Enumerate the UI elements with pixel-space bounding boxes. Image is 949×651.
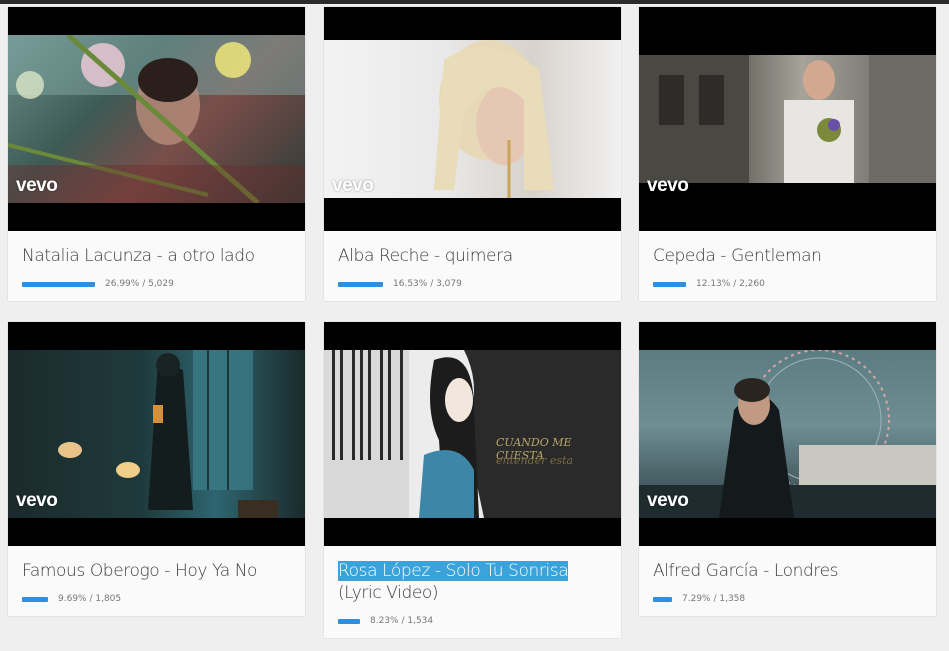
- video-card[interactable]: vevo Cepeda - Gentleman 12.13% / 2,260: [639, 7, 936, 301]
- video-thumbnail[interactable]: CUANDO ME CUESTA entender esta: [324, 322, 621, 546]
- vevo-logo: vevo: [332, 175, 374, 196]
- video-card[interactable]: vevo Alba Reche - quimera 16.53% / 3,079: [324, 7, 621, 301]
- lyric-overlay-line2: entender esta: [496, 454, 574, 467]
- video-card[interactable]: CUANDO ME CUESTA entender esta Rosa Lópe…: [324, 322, 621, 638]
- video-thumbnail[interactable]: vevo: [324, 7, 621, 231]
- vevo-logo: vevo: [16, 490, 58, 511]
- vote-stat: 7.29% / 1,358: [653, 594, 922, 604]
- vote-stat: 12.13% / 2,260: [653, 279, 922, 289]
- vevo-logo: vevo: [647, 490, 689, 511]
- percent-bar: [653, 281, 686, 287]
- vote-stat: 26.99% / 5,029: [22, 279, 291, 289]
- vote-stat: 9.69% / 1,805: [22, 594, 291, 604]
- percent-bar: [653, 596, 672, 602]
- vote-stat: 16.53% / 3,079: [338, 279, 607, 289]
- percent-bar: [338, 618, 360, 624]
- video-title[interactable]: Alfred García - Londres: [653, 560, 922, 582]
- video-title[interactable]: Cepeda - Gentleman: [653, 245, 922, 267]
- percent-bar: [22, 596, 48, 602]
- video-thumbnail[interactable]: vevo: [8, 7, 305, 231]
- vevo-logo: vevo: [647, 175, 689, 196]
- video-thumbnail[interactable]: vevo: [8, 322, 305, 546]
- video-thumbnail[interactable]: vevo: [639, 7, 936, 231]
- lyric-scene: [324, 350, 484, 518]
- vote-stat-text: 8.23% / 1,534: [370, 616, 434, 626]
- video-title[interactable]: Alba Reche - quimera: [338, 245, 607, 267]
- percent-bar: [22, 281, 95, 287]
- vote-stat-text: 9.69% / 1,805: [58, 594, 122, 604]
- street-scene: [639, 55, 936, 183]
- highlighted-title-text: Rosa López - Solo Tu Sonrisa: [338, 561, 569, 581]
- vevo-logo: vevo: [16, 175, 58, 196]
- vote-stat-text: 16.53% / 3,079: [393, 279, 462, 289]
- vote-stat-text: 12.13% / 2,260: [696, 279, 765, 289]
- vote-stat-text: 26.99% / 5,029: [105, 279, 174, 289]
- vote-stat: 8.23% / 1,534: [338, 616, 607, 626]
- top-bar: [0, 0, 949, 4]
- vote-stat-text: 7.29% / 1,358: [682, 594, 746, 604]
- video-card[interactable]: vevo Alfred García - Londres 7.29% / 1,3…: [639, 322, 936, 616]
- video-card[interactable]: vevo Natalia Lacunza - a otro lado 26.99…: [8, 7, 305, 301]
- video-title[interactable]: Famous Oberogo - Hoy Ya No: [22, 560, 291, 582]
- video-card[interactable]: vevo Famous Oberogo - Hoy Ya No 9.69% / …: [8, 322, 305, 616]
- percent-bar: [338, 281, 383, 287]
- video-title[interactable]: Rosa López - Solo Tu Sonrisa (Lyric Vide…: [338, 560, 607, 604]
- video-title[interactable]: Natalia Lacunza - a otro lado: [22, 245, 291, 267]
- video-thumbnail[interactable]: vevo: [639, 322, 936, 546]
